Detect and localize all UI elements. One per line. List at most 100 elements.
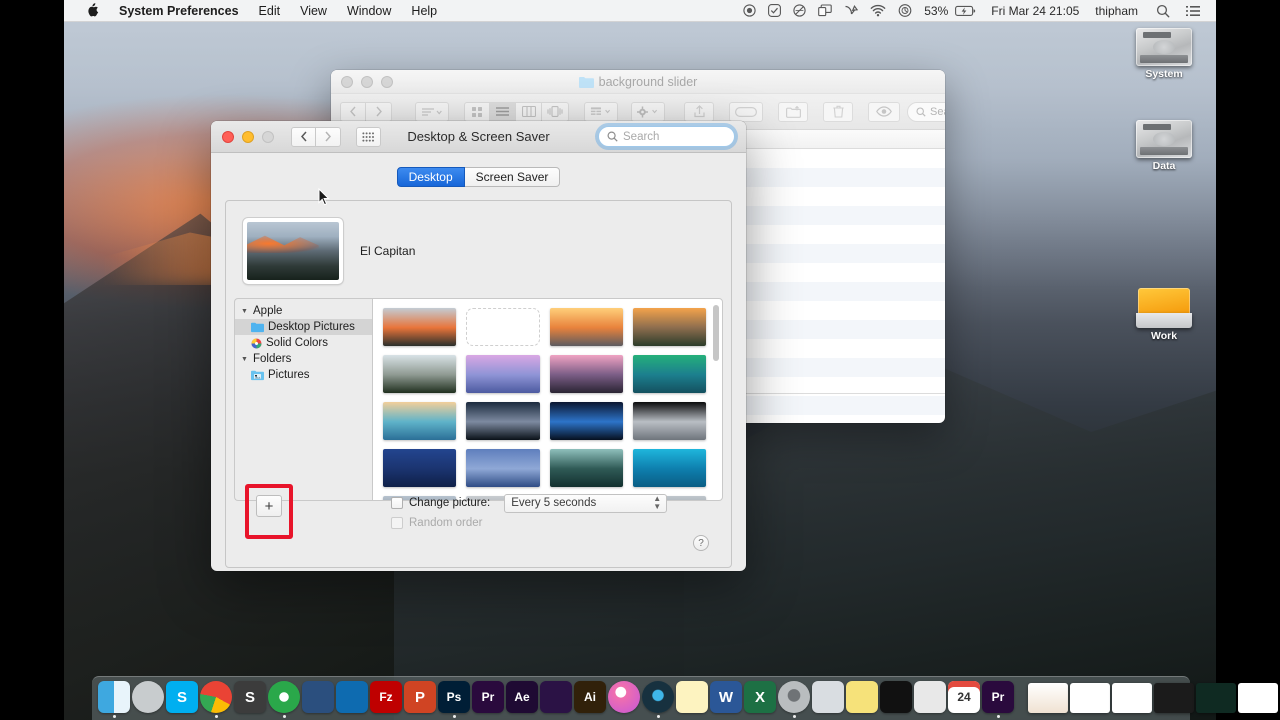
tree-group-folders[interactable]: ▼ Folders [235, 351, 372, 367]
dock-item-virtualbox[interactable] [302, 678, 334, 718]
dock-item-word[interactable]: W [710, 678, 742, 718]
share-icon[interactable] [684, 101, 714, 122]
tag-icon[interactable] [729, 101, 763, 122]
dock-item-excel[interactable]: X [744, 678, 776, 718]
dock-minimized-window[interactable] [1196, 678, 1236, 718]
wallpaper-grid-scrollbar[interactable] [713, 305, 719, 361]
menu-item-help[interactable]: Help [401, 0, 447, 22]
record-icon[interactable] [737, 0, 762, 22]
screen-mirroring-icon[interactable] [812, 0, 838, 22]
menu-item-view[interactable]: View [290, 0, 337, 22]
do-not-disturb-icon[interactable] [787, 0, 812, 22]
dock-item-filezilla[interactable]: Fz [370, 678, 402, 718]
search-input[interactable]: Search [598, 126, 735, 147]
dock-minimized-window[interactable] [1070, 678, 1110, 718]
dock-item-automator[interactable] [812, 678, 844, 718]
chevron-left-icon[interactable] [340, 101, 366, 122]
wallpaper-thumb[interactable] [383, 449, 457, 487]
group-by-icon[interactable] [584, 101, 618, 122]
wallpaper-thumb[interactable] [466, 355, 540, 393]
wallpaper-thumb[interactable] [466, 402, 540, 440]
chevron-down-icon[interactable]: ▼ [241, 356, 249, 363]
sidebar-item-solid-colors[interactable]: Solid Colors [235, 335, 372, 351]
interval-dropdown[interactable]: Every 5 seconds ▲ ▼ [504, 493, 668, 513]
chevron-right-icon[interactable] [316, 126, 341, 147]
dock-item-numbers[interactable] [914, 678, 946, 718]
dock-minimized-window[interactable] [1112, 678, 1152, 718]
menu-item-window[interactable]: Window [337, 0, 401, 22]
chevron-down-icon[interactable]: ▼ [241, 308, 249, 315]
sysprefs-titlebar[interactable]: Desktop & Screen Saver Search [211, 121, 746, 153]
random-order-row[interactable]: Random order [391, 513, 667, 533]
chevron-right-icon[interactable] [366, 101, 392, 122]
finder-search-field[interactable]: Search [907, 101, 945, 122]
change-picture-checkbox[interactable] [391, 497, 403, 509]
close-button[interactable] [222, 130, 234, 143]
change-picture-row[interactable]: Change picture: Every 5 seconds ▲ ▼ [391, 493, 668, 513]
finder-view-group[interactable] [464, 101, 569, 122]
checkbox-circle-icon[interactable] [762, 0, 787, 22]
menu-item-system-preferences[interactable]: System Preferences [109, 0, 249, 22]
column-view-icon[interactable] [516, 101, 542, 122]
wallpaper-thumb[interactable] [549, 355, 623, 393]
notification-center-icon[interactable] [1176, 0, 1206, 22]
chevron-left-icon[interactable] [291, 126, 316, 147]
zoom-button[interactable] [262, 130, 274, 143]
wallpaper-thumb[interactable] [549, 402, 623, 440]
minimize-button[interactable] [242, 130, 254, 143]
wallpaper-thumb-empty[interactable] [466, 308, 540, 346]
dock-item-stickies[interactable] [846, 678, 878, 718]
wallpaper-thumb[interactable] [466, 449, 540, 487]
arrange-lines-icon[interactable] [415, 101, 449, 122]
wifi-icon[interactable] [864, 0, 892, 22]
wallpaper-grid[interactable] [372, 298, 723, 501]
random-order-checkbox[interactable] [391, 517, 403, 529]
sysprefs-traffic-lights[interactable] [222, 130, 274, 143]
coverflow-view-icon[interactable] [542, 101, 569, 122]
dock-item-illustrator[interactable]: Ai [574, 678, 606, 718]
tree-group-apple[interactable]: ▼ Apple [235, 303, 372, 319]
help-button[interactable]: ? [693, 535, 709, 551]
grid-dots-icon[interactable] [356, 126, 381, 147]
dock-item-after-effects[interactable]: Ae [506, 678, 538, 718]
dock-item-finder[interactable] [98, 678, 130, 718]
wallpaper-thumb[interactable] [549, 308, 623, 346]
dock-item-skype[interactable]: S [166, 678, 198, 718]
menu-user[interactable]: thipham [1085, 0, 1144, 22]
search-icon[interactable] [1144, 0, 1176, 22]
dock-item-cyberduck[interactable] [268, 678, 300, 718]
source-tree[interactable]: ▼ Apple Desktop Pictures Solid Colors ▼ … [234, 298, 372, 501]
dock-item-photoshop[interactable]: Ps [438, 678, 470, 718]
dock-item-sublime-text[interactable]: S [234, 678, 266, 718]
dock-item-terminal[interactable] [880, 678, 912, 718]
gear-icon[interactable] [631, 101, 665, 122]
dock[interactable]: S S Fz P Ps Pr Ae Ai W X 24 Pr [92, 676, 1278, 720]
dock-item-premiere-pro[interactable]: Pr [982, 678, 1014, 718]
dock-item-premiere-pro[interactable]: Pr [472, 678, 504, 718]
tab-screen-saver[interactable]: Screen Saver [464, 167, 561, 187]
battery-charging-icon[interactable] [954, 0, 983, 22]
vpn-icon[interactable] [838, 0, 864, 22]
battery-percentage[interactable]: 53% [918, 0, 954, 22]
system-preferences-window[interactable]: Desktop & Screen Saver Search Desktop Sc… [211, 121, 746, 571]
dock-item-quicktime[interactable] [642, 678, 674, 718]
finder-titlebar[interactable]: background slider [331, 70, 945, 94]
apple-logo-icon[interactable] [76, 3, 109, 18]
dock-item-system-preferences[interactable] [778, 678, 810, 718]
eye-icon[interactable] [868, 101, 900, 122]
desktop-icon-system[interactable]: System [1121, 28, 1207, 80]
sidebar-item-desktop-pictures[interactable]: Desktop Pictures [235, 319, 372, 335]
dock-item-launchpad[interactable] [132, 678, 164, 718]
trash-icon[interactable] [823, 101, 853, 122]
dock-item-chrome[interactable] [200, 678, 232, 718]
new-folder-icon[interactable] [778, 101, 808, 122]
menu-clock[interactable]: Fri Mar 24 21:05 [983, 0, 1085, 22]
wallpaper-thumb[interactable] [632, 449, 706, 487]
dock-item-teamviewer[interactable] [336, 678, 368, 718]
wallpaper-preview[interactable] [243, 218, 343, 284]
sidebar-item-pictures[interactable]: Pictures [235, 367, 372, 383]
desktop-icon-work[interactable]: Work [1121, 288, 1207, 342]
icon-view-icon[interactable] [464, 101, 490, 122]
dock-item-notes[interactable] [676, 678, 708, 718]
wallpaper-thumb[interactable] [549, 449, 623, 487]
